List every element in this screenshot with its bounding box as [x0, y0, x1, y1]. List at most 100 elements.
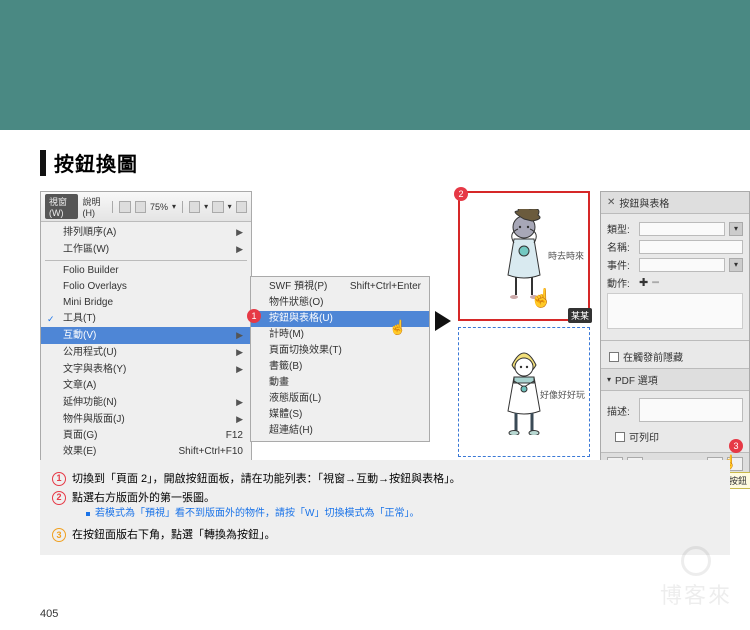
panel-expand-icon[interactable]: ✕: [607, 197, 615, 208]
menu-item-label: 排列順序(A): [63, 226, 116, 240]
page-title: 按鈕換圖: [54, 148, 138, 177]
menu-item-label: 物件與版面(J): [63, 413, 125, 427]
menubar-icon-5[interactable]: [236, 201, 247, 213]
watermark-text: 博客來: [660, 578, 732, 610]
printable-label: 可列印: [629, 429, 659, 444]
menu-item[interactable]: ✓ 工具(T): [41, 311, 251, 327]
menu-item-label: 文章(A): [63, 379, 96, 393]
callout-badge-1: 1: [247, 309, 261, 323]
menu-item[interactable]: Mini Bridge: [41, 295, 251, 311]
submenu-item-label: 液態版面(L): [269, 392, 321, 406]
submenu-item[interactable]: 液態版面(L): [251, 391, 429, 407]
menu-item-label: 效果(E): [63, 445, 96, 459]
illus-caption-1: 時去時來: [548, 249, 584, 262]
desc-field[interactable]: [639, 398, 743, 422]
submenu-item-label: 超連結(H): [269, 424, 313, 438]
menu-item-label: 工具(T): [63, 312, 96, 326]
submenu-item-label: 按鈕與表格(U): [269, 312, 333, 326]
page-number: 405: [40, 608, 58, 620]
menu-item[interactable]: 延伸功能(N)▶: [41, 394, 251, 411]
type-dropdown-icon[interactable]: ▾: [729, 222, 743, 236]
menubar-icon-3[interactable]: [189, 201, 200, 213]
step-1-badge: 1: [52, 472, 66, 486]
pointer-cursor-icon: ☝: [389, 319, 406, 336]
submenu-item[interactable]: 媒體(S): [251, 407, 429, 423]
step-2-note: 若模式為「預視」看不到版面外的物件，請按「W」切換模式為「正常」。: [86, 505, 718, 522]
menu-item[interactable]: 頁面(G)F12: [41, 428, 251, 444]
action-label: 動作:: [607, 275, 635, 290]
menu-item[interactable]: 效果(E) Shift+Ctrl+F10: [41, 444, 251, 460]
menubar-icon-1[interactable]: [119, 201, 130, 213]
title-accent-bar: [40, 150, 46, 176]
name-label: 名稱:: [607, 239, 635, 254]
hand-cursor-icon: ☝: [530, 288, 552, 309]
menu-item[interactable]: 文字與表格(Y) ▶: [41, 361, 251, 378]
menubar-icon-4[interactable]: [212, 201, 223, 213]
panel-title: 按鈕與表格: [619, 195, 669, 210]
illustrations: 2 時去時來 某某 ☝: [458, 191, 590, 463]
action-add-icon[interactable]: ✚: [639, 276, 648, 289]
submenu-item[interactable]: 動畫: [251, 375, 429, 391]
submenu-item-label: 動畫: [269, 376, 289, 390]
check-icon: ✓: [47, 312, 55, 326]
state-list[interactable]: [607, 293, 743, 329]
submenu-item-label: 書籤(B): [269, 360, 302, 374]
menu-tab-help[interactable]: 說明(H): [82, 195, 106, 218]
submenu-item-label: 頁面切換效果(T): [269, 344, 342, 358]
menu-header: 視窗(W) 說明(H) 75% ▾ ▾ ▾: [41, 192, 251, 222]
name-field[interactable]: [639, 240, 743, 254]
menu-shortcut: F12: [226, 430, 243, 441]
menu-item[interactable]: 工作區(W)▶: [41, 241, 251, 258]
chevron-down-icon: ▾: [607, 375, 611, 384]
top-green-band: [0, 0, 750, 130]
illus-caption-2: 好像好好玩: [540, 388, 585, 401]
menu-item[interactable]: 文章(A): [41, 378, 251, 394]
menu-item[interactable]: Folio Overlays: [41, 279, 251, 295]
action-del-icon[interactable]: ━: [652, 276, 659, 289]
zoom-label[interactable]: 75%: [150, 202, 168, 212]
menu-item-label: 工作區(W): [63, 243, 109, 257]
submenu-item[interactable]: 書籤(B): [251, 359, 429, 375]
hide-until-checkbox[interactable]: [609, 352, 619, 362]
watermark: 博客來: [660, 546, 732, 610]
chevron-right-icon: ▶: [236, 330, 243, 340]
chevron-right-icon: ▶: [236, 227, 243, 237]
chevron-right-icon: ▶: [236, 364, 243, 374]
menu-item-label: 互動(V): [63, 329, 96, 343]
submenu-item-label: 計時(M): [269, 328, 304, 342]
printable-checkbox[interactable]: [615, 432, 625, 442]
event-field[interactable]: [639, 258, 725, 272]
submenu-item-label: SWF 預視(P): [269, 280, 327, 294]
menu-item[interactable]: 公用程式(U)▶: [41, 344, 251, 361]
menu-item[interactable]: 排列順序(A) ▶: [41, 224, 251, 241]
chevron-right-icon: ▶: [236, 414, 243, 424]
submenu-item[interactable]: 頁面切換效果(T): [251, 343, 429, 359]
submenu-item-label: 物件狀態(O): [269, 296, 323, 310]
chevron-right-icon: ▶: [236, 347, 243, 357]
illustration-top[interactable]: 2 時去時來 某某 ☝: [458, 191, 590, 321]
menu-item[interactable]: Folio Builder: [41, 263, 251, 279]
panel-header[interactable]: ✕ 按鈕與表格: [601, 192, 749, 214]
menu-item[interactable]: 互動(V) ▶: [41, 327, 251, 344]
menu-shortcut: Shift+Ctrl+F10: [179, 446, 243, 457]
menu-tab-window[interactable]: 視窗(W): [45, 194, 78, 219]
submenu-item[interactable]: 超連結(H): [251, 423, 429, 439]
menu-separator: [45, 260, 247, 261]
step-1-text: 切換到「頁面 2」，開啟按鈕面板，請在功能列表：「視窗→互動→按鈕與表格」。: [72, 470, 461, 489]
type-label: 類型:: [607, 221, 635, 236]
event-dropdown-icon[interactable]: ▾: [729, 258, 743, 272]
menu-item-label: Mini Bridge: [63, 296, 113, 310]
menu-shortcut: Shift+Ctrl+Enter: [350, 280, 421, 294]
illustration-bottom[interactable]: 好像好好玩: [458, 327, 590, 457]
menu-item[interactable]: 物件與版面(J) ▶: [41, 411, 251, 428]
pdf-section-header[interactable]: ▾ PDF 選項: [601, 368, 749, 391]
menu-item-label: 延伸功能(N): [63, 396, 117, 410]
menu-item-label: Folio Overlays: [63, 280, 127, 294]
hide-until-label: 在觸發前隱藏: [623, 349, 683, 364]
bullet-icon: [86, 512, 90, 516]
submenu-item[interactable]: 物件狀態(O): [251, 295, 429, 311]
menubar-icon-2[interactable]: [135, 201, 146, 213]
type-field[interactable]: [639, 222, 725, 236]
submenu-item[interactable]: SWF 預視(P) Shift+Ctrl+Enter: [251, 279, 429, 295]
menu-item-label: 文字與表格(Y): [63, 363, 126, 377]
